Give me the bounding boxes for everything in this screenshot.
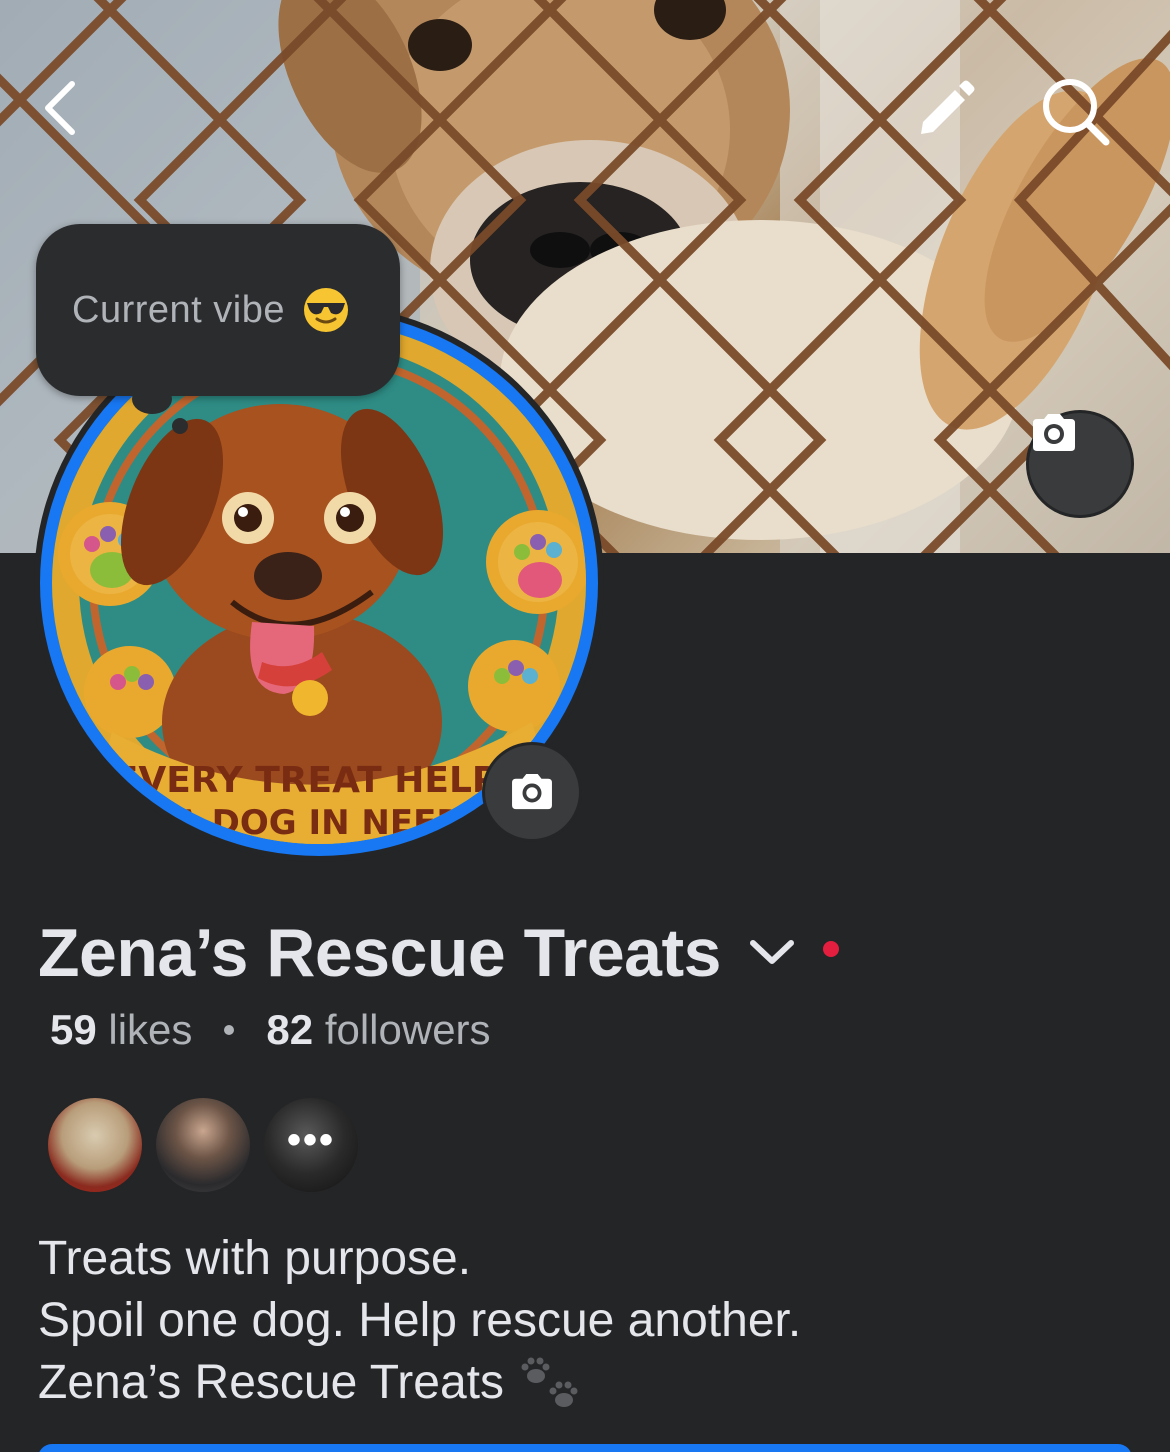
chevron-left-icon — [45, 81, 75, 135]
more-icon: ••• — [286, 1118, 335, 1162]
notification-dot — [822, 941, 839, 957]
primary-action-button[interactable] — [38, 1444, 1132, 1452]
back-button[interactable] — [40, 78, 110, 154]
note-tail — [132, 384, 172, 414]
page-title: Zena’s Rescue Treats — [38, 915, 721, 991]
likes-label: likes — [108, 1006, 193, 1053]
bio-line: Zena’s Rescue Treats — [38, 1356, 505, 1409]
badge-text-line1: EVERY TREAT HELPS — [114, 760, 524, 801]
page-bio: Treats with purpose. Spoil one dog. Help… — [38, 1228, 801, 1414]
avatar[interactable] — [154, 1096, 252, 1194]
followers-label: followers — [324, 1006, 491, 1053]
camera-icon — [512, 773, 552, 810]
edit-button[interactable] — [915, 78, 995, 154]
more-followers-avatar[interactable]: ••• — [262, 1096, 360, 1194]
page-stats: 59 likes 82 followers — [50, 1006, 491, 1054]
edit-profile-picture-button[interactable] — [482, 742, 582, 842]
pencil-icon — [921, 80, 975, 134]
note-text: Current vibe — [72, 288, 285, 331]
followers-count: 82 — [266, 1006, 314, 1053]
likes-count: 59 — [50, 1006, 97, 1053]
chevron-down-icon[interactable] — [747, 933, 797, 973]
search-button[interactable] — [1040, 76, 1130, 156]
avatar[interactable] — [46, 1096, 144, 1194]
note-bubble[interactable]: Current vibe — [36, 224, 400, 396]
bio-line-with-icon: Zena’s Rescue Treats — [38, 1352, 801, 1414]
likes-stat[interactable]: 59 likes — [50, 1006, 192, 1054]
camera-icon — [1033, 414, 1075, 451]
followers-stat[interactable]: 82 followers — [266, 1006, 490, 1054]
bio-line: Spoil one dog. Help rescue another. — [38, 1294, 802, 1347]
separator-dot — [224, 1025, 235, 1035]
paw-prints-icon — [521, 1357, 578, 1408]
page-name-row[interactable]: Zena’s Rescue Treats — [38, 908, 839, 998]
bio-line: Treats with purpose. — [38, 1232, 472, 1285]
edit-cover-photo-button[interactable] — [1026, 410, 1134, 518]
sunglasses-emoji-icon — [303, 288, 348, 332]
search-icon — [1043, 79, 1110, 146]
note-tail-dot — [172, 418, 188, 434]
